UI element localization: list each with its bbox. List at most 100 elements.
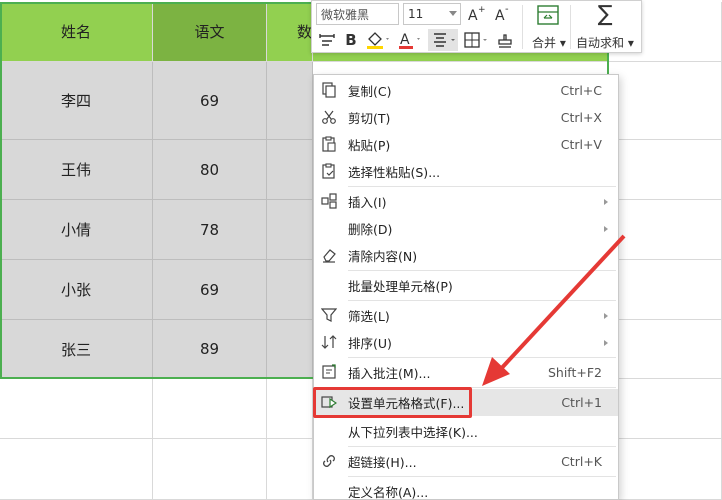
cell-score[interactable]: 89 (153, 320, 267, 379)
cell-name[interactable]: 小倩 (0, 200, 153, 260)
menu-item-copy[interactable]: 复制(C) Ctrl+C (314, 77, 618, 104)
filter-icon (320, 306, 338, 324)
cell[interactable] (267, 379, 313, 439)
font-name-select[interactable]: 微软雅黑 (316, 3, 399, 25)
format-cells-icon (320, 393, 338, 411)
align-center-button[interactable] (428, 29, 458, 51)
menu-item-cut[interactable]: 剪切(T) Ctrl+X (314, 104, 618, 131)
autosum-button[interactable]: ∑ (592, 1, 618, 27)
cell-score[interactable]: 78 (153, 200, 267, 260)
cell[interactable] (267, 439, 313, 500)
font-shrink-icon: A- (495, 5, 509, 23)
svg-text:A: A (495, 8, 505, 23)
menu-label: 从下拉列表中选择(K)... (348, 425, 478, 440)
cell-score[interactable]: 69 (153, 260, 267, 320)
menu-label: 插入批注(M)... (348, 366, 431, 381)
cell[interactable] (609, 320, 722, 379)
menu-label: 定义名称(A)... (348, 485, 429, 500)
menu-label: 复制(C) (348, 84, 392, 99)
bold-button[interactable]: B (341, 29, 361, 51)
cell[interactable] (609, 200, 722, 260)
svg-text:-: - (505, 5, 509, 15)
menu-shortcut: Ctrl+C (560, 83, 602, 98)
svg-text:A: A (400, 32, 410, 48)
menu-item-paste[interactable]: 粘贴(P) Ctrl+V (314, 131, 618, 158)
toolbar-divider (522, 5, 523, 49)
wrap-icon (319, 34, 335, 46)
menu-item-define-name[interactable]: 定义名称(A)... (314, 478, 618, 500)
mini-toolbar: 微软雅黑 11 A + A- B A 合并 ▾ ∑ 自动求和 ▾ (311, 0, 642, 53)
cell-name[interactable]: 李四 (0, 62, 153, 140)
cell-score[interactable]: 69 (153, 62, 267, 140)
fill-color-button[interactable] (364, 29, 392, 51)
font-name-value: 微软雅黑 (321, 7, 370, 22)
menu-label: 清除内容(N) (348, 249, 418, 264)
toolbar-divider (570, 5, 571, 49)
cell[interactable] (609, 379, 722, 439)
menu-item-insert-comment[interactable]: 插入批注(M)... Shift+F2 (314, 359, 618, 386)
increase-font-button[interactable]: A + (465, 3, 487, 25)
menu-label: 选择性粘贴(S)... (348, 165, 441, 180)
merge-label[interactable]: 合并 ▾ (532, 34, 566, 51)
cell[interactable] (609, 260, 722, 320)
menu-separator (348, 186, 616, 187)
menu-label: 设置单元格格式(F)... (348, 396, 465, 411)
menu-separator (348, 270, 616, 271)
menu-shortcut: Ctrl+1 (561, 395, 602, 410)
wrap-text-button[interactable] (316, 29, 338, 51)
font-size-value: 11 (408, 7, 424, 21)
cell[interactable] (609, 62, 722, 140)
format-painter-button[interactable] (494, 29, 516, 51)
menu-item-paste-special[interactable]: 选择性粘贴(S)... (314, 158, 618, 185)
menu-shortcut: Ctrl+X (560, 110, 602, 125)
cell[interactable] (153, 379, 267, 439)
header-cell-name[interactable]: 姓名 (0, 2, 153, 62)
menu-item-hyperlink[interactable]: 超链接(H)... Ctrl+K (314, 448, 618, 475)
cell[interactable] (153, 439, 267, 500)
svg-text:+: + (478, 5, 485, 15)
menu-item-delete[interactable]: 删除(D) (314, 215, 618, 242)
menu-item-sort[interactable]: 排序(U) (314, 329, 618, 356)
header-cell-math[interactable]: 数 (267, 2, 313, 62)
cell[interactable] (0, 439, 153, 500)
borders-button[interactable] (462, 29, 490, 51)
chevron-down-icon (449, 11, 457, 16)
header-cell-chinese[interactable]: 语文 (153, 2, 267, 62)
cell[interactable] (0, 379, 153, 439)
font-grow-icon: A + (468, 5, 485, 23)
menu-item-format-cells[interactable]: 设置单元格格式(F)... Ctrl+1 (314, 389, 618, 416)
sigma-icon: ∑ (597, 1, 613, 27)
cell-name[interactable]: 张三 (0, 320, 153, 379)
menu-item-insert[interactable]: 插入(I) (314, 188, 618, 215)
menu-item-filter[interactable]: 筛选(L) (314, 302, 618, 329)
merge-cells-button[interactable] (530, 4, 566, 26)
cell[interactable] (267, 62, 313, 140)
cell[interactable] (267, 320, 313, 379)
cell[interactable] (609, 140, 722, 200)
align-center-icon (434, 33, 455, 47)
menu-item-pick-from-list[interactable]: 从下拉列表中选择(K)... (314, 418, 618, 445)
cell[interactable] (267, 140, 313, 200)
autosum-label[interactable]: 自动求和 ▾ (576, 34, 634, 51)
font-size-select[interactable]: 11 (403, 3, 461, 25)
merge-icon (537, 5, 559, 25)
chevron-right-icon (604, 340, 608, 346)
decrease-font-button[interactable]: A- (492, 3, 514, 25)
font-color-button[interactable]: A (396, 29, 424, 51)
cell-name[interactable]: 小张 (0, 260, 153, 320)
paint-bucket-icon (367, 32, 389, 49)
menu-label: 超链接(H)... (348, 455, 417, 470)
menu-item-clear-contents[interactable]: 清除内容(N) (314, 242, 618, 269)
cell[interactable] (609, 439, 722, 500)
paste-icon (320, 135, 338, 153)
menu-shortcut: Shift+F2 (547, 365, 602, 380)
cell[interactable] (267, 200, 313, 260)
merge-label-text: 合并 (532, 36, 557, 50)
font-color-icon: A (399, 32, 420, 49)
scissors-icon (320, 108, 338, 126)
cell-name[interactable]: 王伟 (0, 140, 153, 200)
cell-score[interactable]: 80 (153, 140, 267, 200)
menu-item-batch-process[interactable]: 批量处理单元格(P) (314, 272, 618, 299)
cell[interactable] (267, 260, 313, 320)
comment-icon (320, 363, 338, 381)
